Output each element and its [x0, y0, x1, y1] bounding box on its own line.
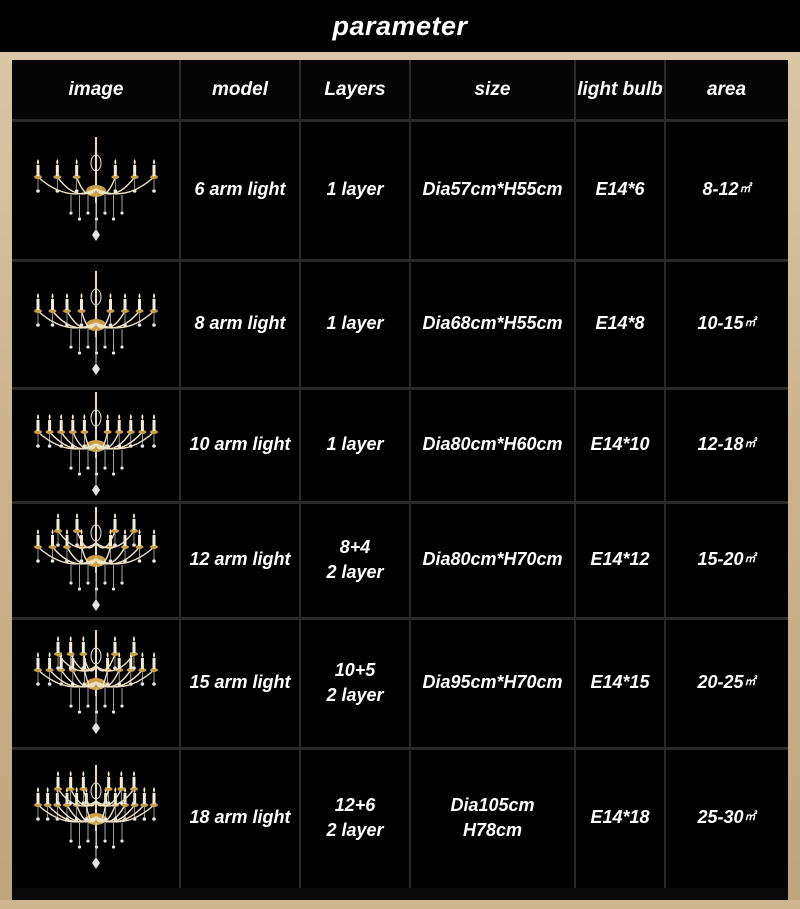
table-cell-area: 25-30 ㎡	[665, 748, 788, 888]
header-size: size	[410, 60, 575, 120]
table-cell-area: 8-12 ㎡	[665, 120, 788, 260]
chandelier-icon	[31, 267, 161, 382]
row-divider	[12, 747, 788, 750]
column-divider	[574, 60, 576, 888]
table-cell-layers: 8+4 2 layer	[300, 502, 410, 618]
header-layers: Layers	[300, 60, 410, 120]
area-unit: ㎡	[739, 183, 751, 196]
chandelier-icon	[31, 133, 161, 248]
table-cell-image	[12, 388, 180, 502]
table-cell-size: Dia80cm*H70cm	[410, 502, 575, 618]
row-divider	[12, 501, 788, 504]
table-cell-layers: 1 layer	[300, 120, 410, 260]
area-value: 15-20	[697, 549, 744, 570]
column-divider	[299, 60, 301, 888]
table-cell-image	[12, 748, 180, 888]
table-cell-bulb: E14*6	[575, 120, 665, 260]
area-value: 25-30	[697, 807, 744, 828]
row-divider	[12, 387, 788, 390]
table-cell-image	[12, 502, 180, 618]
table-cell-area: 20-25 ㎡	[665, 618, 788, 748]
chandelier-icon	[31, 388, 161, 503]
table-cell-layers: 1 layer	[300, 260, 410, 388]
table-cell-size: Dia57cm*H55cm	[410, 120, 575, 260]
table-cell-area: 12-18 ㎡	[665, 388, 788, 502]
table-cell-bulb: E14*18	[575, 748, 665, 888]
table-cell-image	[12, 260, 180, 388]
area-unit: ㎡	[744, 553, 756, 566]
area-unit: ㎡	[744, 811, 756, 824]
table-cell-model: 15 arm light	[180, 618, 300, 748]
header-model: model	[180, 60, 300, 120]
table-cell-model: 10 arm light	[180, 388, 300, 502]
column-divider	[409, 60, 411, 888]
table-cell-model: 18 arm light	[180, 748, 300, 888]
table-cell-size: Dia105cm H78cm	[410, 748, 575, 888]
area-value: 8-12	[702, 179, 739, 200]
table-cell-bulb: E14*8	[575, 260, 665, 388]
row-divider	[12, 617, 788, 620]
table-cell-area: 15-20 ㎡	[665, 502, 788, 618]
table-cell-layers: 12+6 2 layer	[300, 748, 410, 888]
header-image: image	[12, 60, 180, 120]
area-value: 10-15	[697, 313, 744, 334]
table-cell-size: Dia95cm*H70cm	[410, 618, 575, 748]
bottom-frame-strip	[0, 900, 800, 909]
table-cell-bulb: E14*15	[575, 618, 665, 748]
column-divider	[664, 60, 666, 888]
table-cell-layers: 10+5 2 layer	[300, 618, 410, 748]
chandelier-icon	[31, 626, 161, 741]
parameter-table: image model Layers size light bulb area 6 arm …	[12, 60, 788, 900]
table-cell-image	[12, 618, 180, 748]
table-cell-area: 10-15 ㎡	[665, 260, 788, 388]
row-divider	[12, 259, 788, 262]
table-cell-bulb: E14*12	[575, 502, 665, 618]
title-bar: parameter	[0, 0, 800, 52]
table-cell-model: 12 arm light	[180, 502, 300, 618]
area-unit: ㎡	[744, 317, 756, 330]
page-title: parameter	[332, 10, 468, 41]
table-cell-size: Dia68cm*H55cm	[410, 260, 575, 388]
table-cell-model: 8 arm light	[180, 260, 300, 388]
area-value: 12-18	[697, 434, 744, 455]
header-area: area	[665, 60, 788, 120]
row-divider	[12, 119, 788, 122]
area-value: 20-25	[697, 672, 744, 693]
table-cell-layers: 1 layer	[300, 388, 410, 502]
table-cell-size: Dia80cm*H60cm	[410, 388, 575, 502]
chandelier-icon	[31, 761, 161, 876]
table-cell-bulb: E14*10	[575, 388, 665, 502]
area-unit: ㎡	[744, 676, 756, 689]
area-unit: ㎡	[744, 438, 756, 451]
column-divider	[179, 60, 181, 888]
chandelier-icon	[31, 503, 161, 618]
table-cell-image	[12, 120, 180, 260]
header-bulb: light bulb	[575, 60, 665, 120]
table-cell-model: 6 arm light	[180, 120, 300, 260]
